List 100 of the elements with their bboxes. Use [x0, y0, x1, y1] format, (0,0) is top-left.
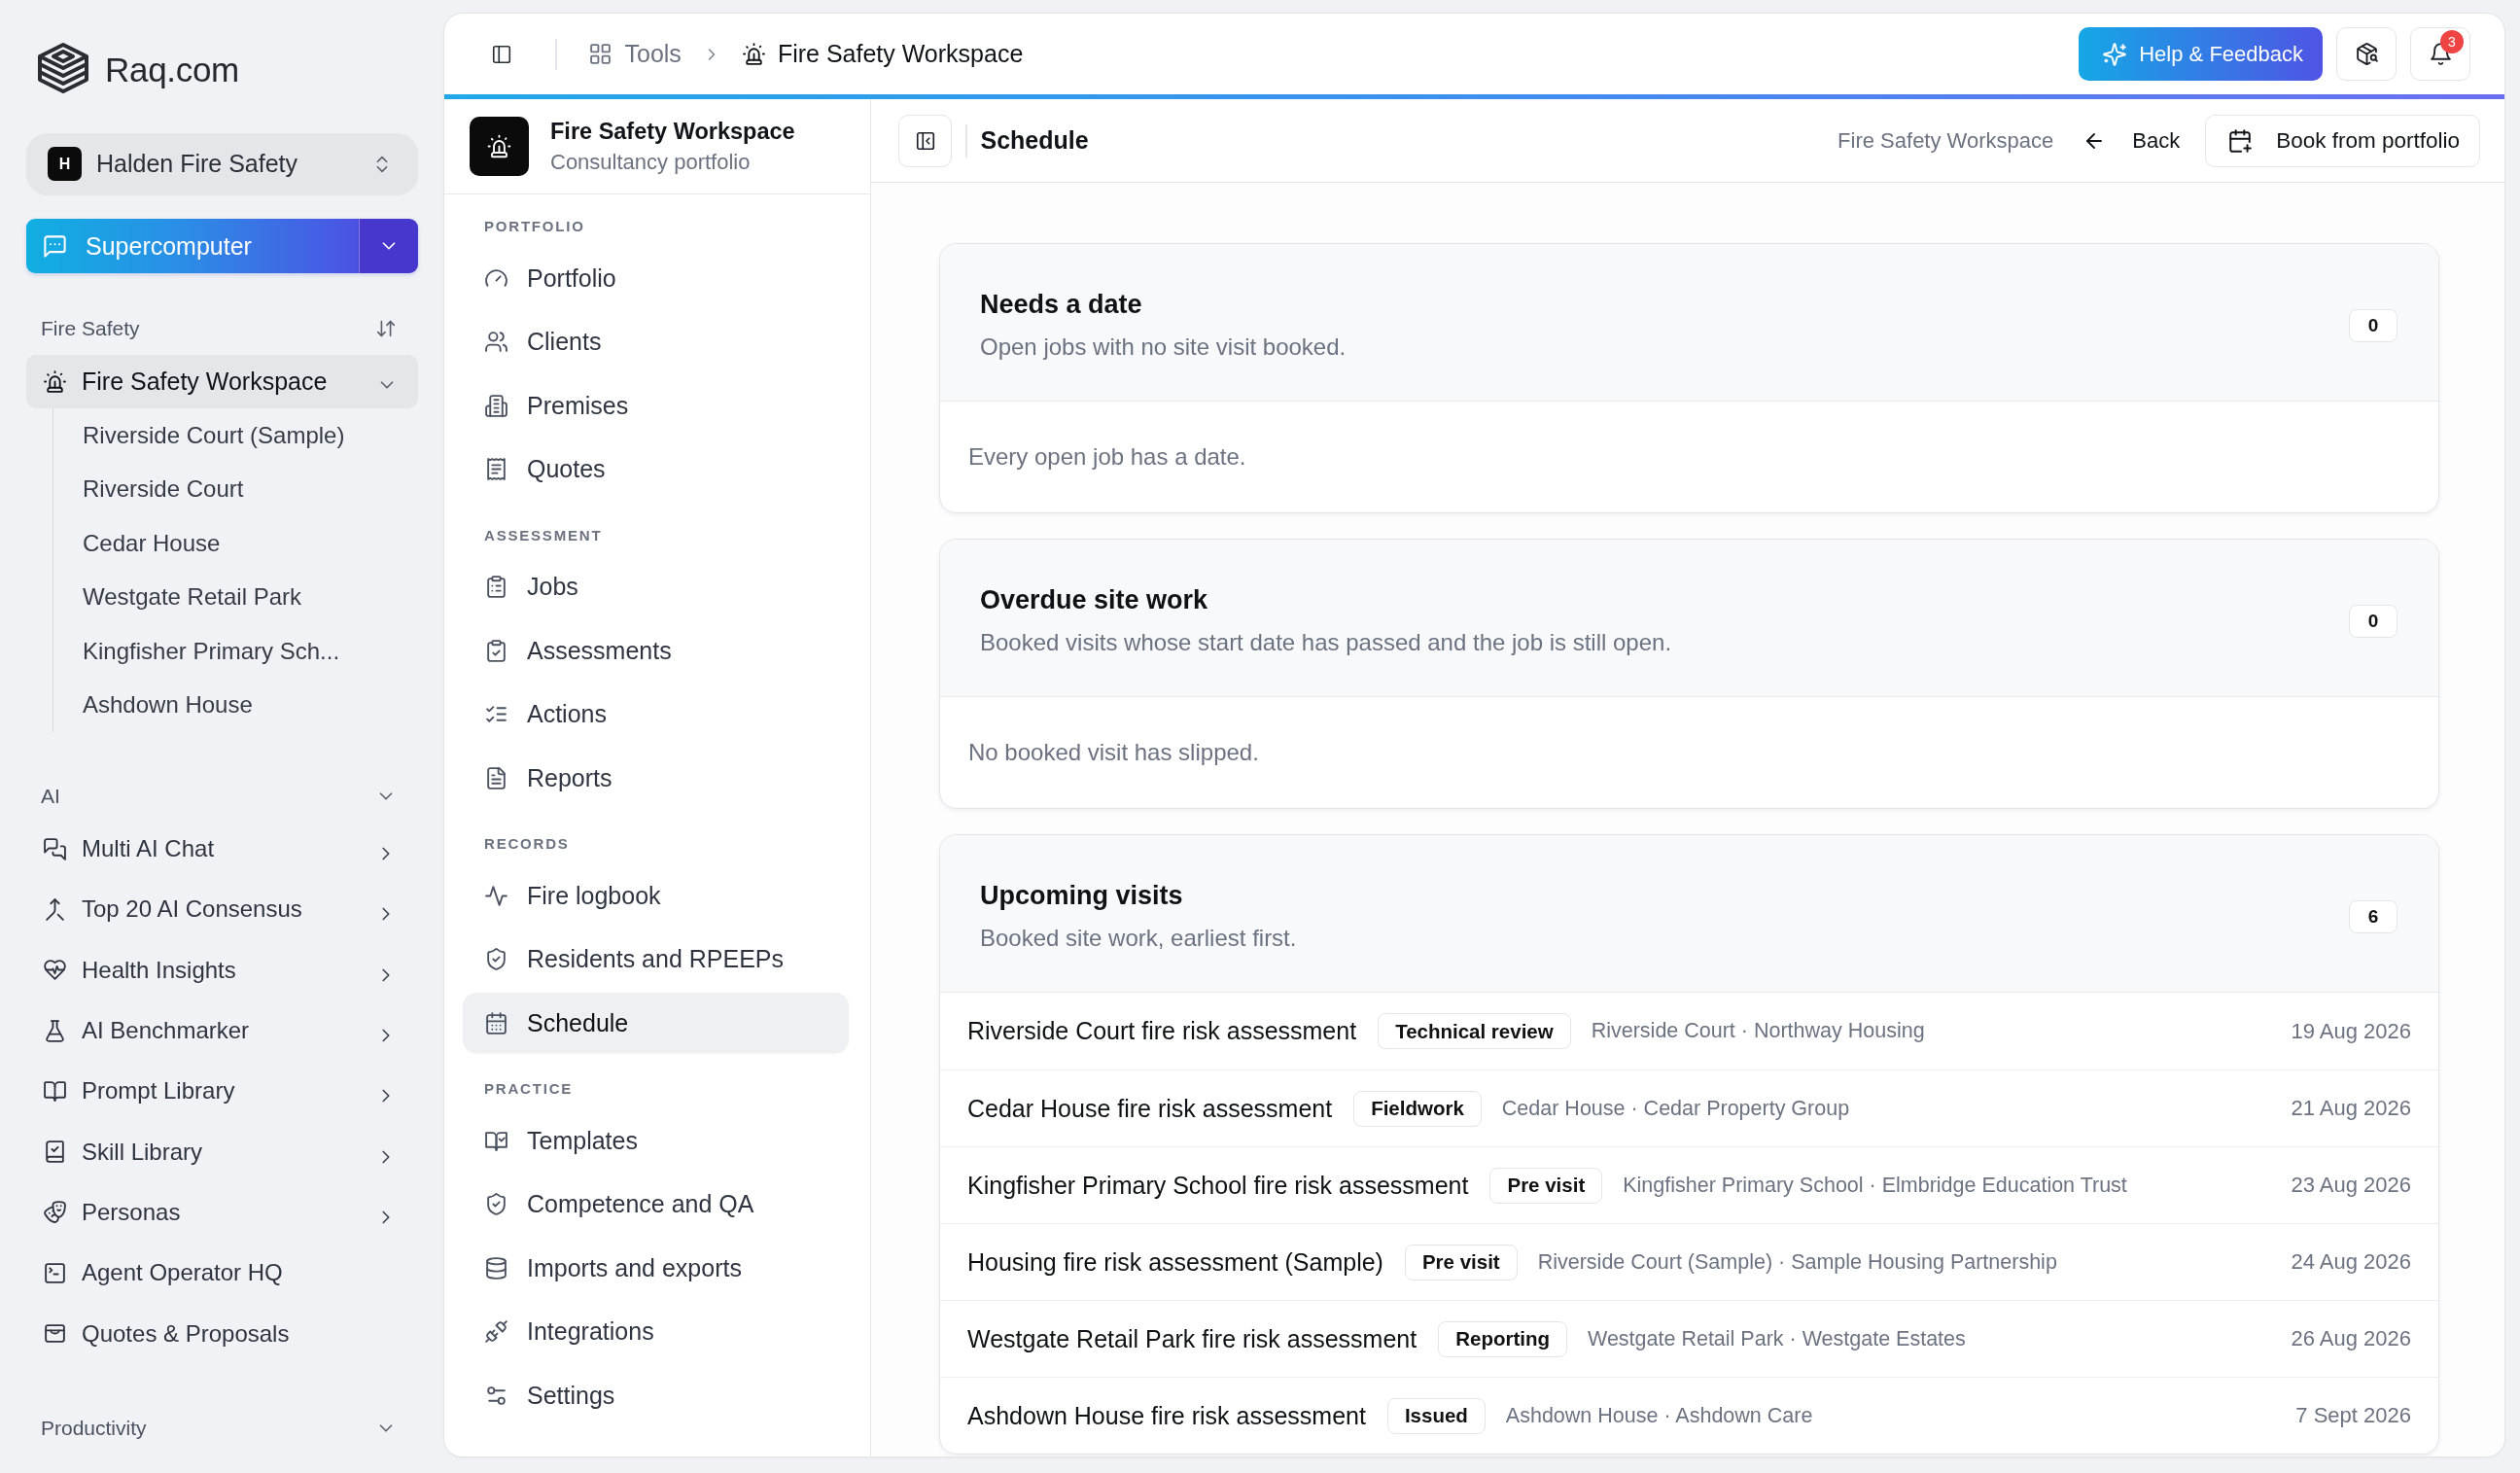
book-from-portfolio-button[interactable]: Book from portfolio: [2205, 114, 2480, 167]
plug-icon: [484, 1319, 508, 1344]
visit-title[interactable]: Cedar House fire risk assessment: [967, 1094, 1333, 1123]
card-title: Needs a date: [980, 288, 1143, 320]
siren-icon: [741, 42, 766, 66]
sidebar-item[interactable]: Skill Library: [26, 1121, 418, 1182]
visit-location: Riverside Court (Sample) · Sample Housing Partnership: [1537, 1249, 2057, 1275]
visit-title[interactable]: Housing fire risk assessment (Sample): [967, 1247, 1383, 1277]
nav-item[interactable]: Templates: [463, 1110, 849, 1171]
nav-item[interactable]: Clients: [463, 311, 849, 372]
card-title: Overdue site work: [980, 583, 1209, 615]
workspace-child-item[interactable]: Westgate Retail Park: [53, 570, 418, 624]
visit-location: Cedar House · Cedar Property Group: [1501, 1096, 1850, 1121]
workspace-child-item[interactable]: Kingfisher Primary Sch...: [53, 624, 418, 679]
workspace-title: Fire Safety Workspace: [550, 118, 795, 145]
nav-item[interactable]: Jobs: [463, 556, 849, 617]
open-book-icon: [43, 1078, 67, 1104]
sidebar-item[interactable]: Personas: [26, 1181, 418, 1244]
clipboard-check-icon: [484, 638, 508, 663]
page-title: Schedule: [980, 126, 1089, 155]
sort-icon[interactable]: [375, 318, 397, 339]
brand-name: Raq.com: [105, 51, 239, 89]
nav-item[interactable]: Schedule: [463, 993, 849, 1053]
nav-item[interactable]: Premises: [463, 375, 849, 436]
chat-dots-icon: [42, 232, 68, 260]
sparkles-icon: [2102, 41, 2128, 67]
nav-item[interactable]: Actions: [463, 684, 849, 745]
nav-item[interactable]: Integrations: [463, 1301, 849, 1362]
visit-title[interactable]: Westgate Retail Park fire risk assessment: [967, 1324, 1418, 1353]
sidebar-item[interactable]: AI Benchmarker: [26, 1000, 418, 1062]
card-description: Booked site work, earliest first.: [980, 923, 1297, 953]
database-icon: [484, 1255, 508, 1280]
empty-message: Every open job has a date.: [968, 443, 1246, 471]
sidebar-item[interactable]: Quotes & Proposals: [26, 1303, 418, 1364]
nav-item[interactable]: Residents and RPEEPs: [463, 929, 849, 990]
section-label: Fire Safety: [41, 317, 140, 340]
flask-icon: [43, 1018, 67, 1043]
workspace-child-item[interactable]: Ashdown House: [53, 678, 418, 732]
card-description: Open jobs with no site visit booked.: [980, 332, 1347, 362]
nav-item[interactable]: Reports: [463, 748, 849, 808]
grid-icon: [587, 42, 612, 66]
visit-title[interactable]: Kingfisher Primary School fire risk assessment: [967, 1171, 1469, 1200]
status-tag: Issued: [1386, 1397, 1486, 1434]
visit-title[interactable]: Riverside Court fire risk assessment: [967, 1017, 1357, 1045]
help-feedback-button[interactable]: Help & Feedback: [2079, 27, 2323, 81]
theater-masks-icon: [43, 1200, 67, 1225]
section-label: AI: [41, 785, 60, 808]
calendar-icon: [484, 1010, 508, 1035]
pulse-line-icon: [484, 883, 508, 908]
document-icon: [484, 765, 508, 790]
panel-left-icon: [491, 43, 512, 65]
section-label: Productivity: [41, 1416, 147, 1440]
workspace-context: Fire Safety Workspace: [1838, 127, 2054, 154]
nav-group-heading: PRACTICE: [484, 1080, 575, 1098]
nav-group-heading: RECORDS: [484, 835, 571, 853]
nav-item[interactable]: Competence and QA: [463, 1174, 849, 1235]
workspace-subtitle: Consultancy portfolio: [550, 149, 751, 175]
visit-date: 7 Sept 2026: [2295, 1403, 2411, 1428]
visit-location: Westgate Retail Park · Westgate Estates: [1588, 1326, 1966, 1351]
visit-location: Kingfisher Primary School · Elmbridge Education Trust: [1623, 1173, 2127, 1198]
terminal-icon: [43, 1260, 67, 1285]
nav-group-heading: ASSESSMENT: [484, 526, 604, 544]
visit-title[interactable]: Ashdown House fire risk assessment: [967, 1401, 1366, 1430]
calendar-plus-icon: [2227, 127, 2254, 154]
sidebar-item[interactable]: Agent Operator HQ: [26, 1243, 418, 1304]
nav-item[interactable]: Settings: [463, 1365, 849, 1425]
building-icon: [484, 393, 508, 418]
sidebar-item[interactable]: Multi AI Chat: [26, 819, 418, 880]
nav-item[interactable]: Fire logbook: [463, 865, 849, 926]
nav-item[interactable]: Portfolio: [463, 248, 849, 308]
visit-date: 19 Aug 2026: [2291, 1018, 2411, 1044]
workspace-item[interactable]: Fire Safety Workspace: [26, 355, 418, 408]
heart-pulse-icon: [43, 958, 67, 983]
visit-location: Riverside Court · Northway Housing: [1591, 1019, 1925, 1043]
status-tag: Pre visit: [1489, 1167, 1603, 1204]
tray-icon: [43, 1321, 67, 1346]
sidebar-item[interactable]: Health Insights: [26, 939, 418, 1000]
breadcrumb-link[interactable]: Fire Safety Workspace: [741, 40, 1024, 68]
workspace-child-item[interactable]: Riverside Court: [53, 462, 418, 516]
workspace-child-item[interactable]: Riverside Court (Sample): [53, 408, 418, 463]
shield-check-icon: [484, 947, 508, 971]
visit-date: 21 Aug 2026: [2291, 1096, 2411, 1121]
visit-date: 26 Aug 2026: [2291, 1326, 2411, 1351]
notifications-button[interactable]: 3: [2410, 27, 2470, 81]
nav-item[interactable]: Quotes: [463, 438, 849, 500]
panel-left-close-icon: [914, 129, 936, 152]
package-search-icon: [2354, 42, 2379, 66]
receipt-icon: [484, 457, 508, 481]
collapse-panel-button[interactable]: [898, 114, 952, 167]
breadcrumb-link[interactable]: Tools: [587, 40, 682, 68]
sidebar-item[interactable]: Prompt Library: [26, 1061, 418, 1122]
item-count: 0: [2349, 604, 2398, 638]
back-link[interactable]: Back: [2082, 127, 2181, 154]
nav-item[interactable]: Assessments: [463, 620, 849, 681]
workspace-child-item[interactable]: Cedar House: [53, 516, 418, 571]
nav-item[interactable]: Imports and exports: [463, 1238, 849, 1298]
package-search-button[interactable]: [2336, 27, 2397, 81]
clipboard-list-icon: [484, 575, 508, 599]
sidebar-item[interactable]: Top 20 AI Consensus: [26, 879, 418, 940]
organization-switcher[interactable]: H Halden Fire Safety: [26, 133, 418, 194]
